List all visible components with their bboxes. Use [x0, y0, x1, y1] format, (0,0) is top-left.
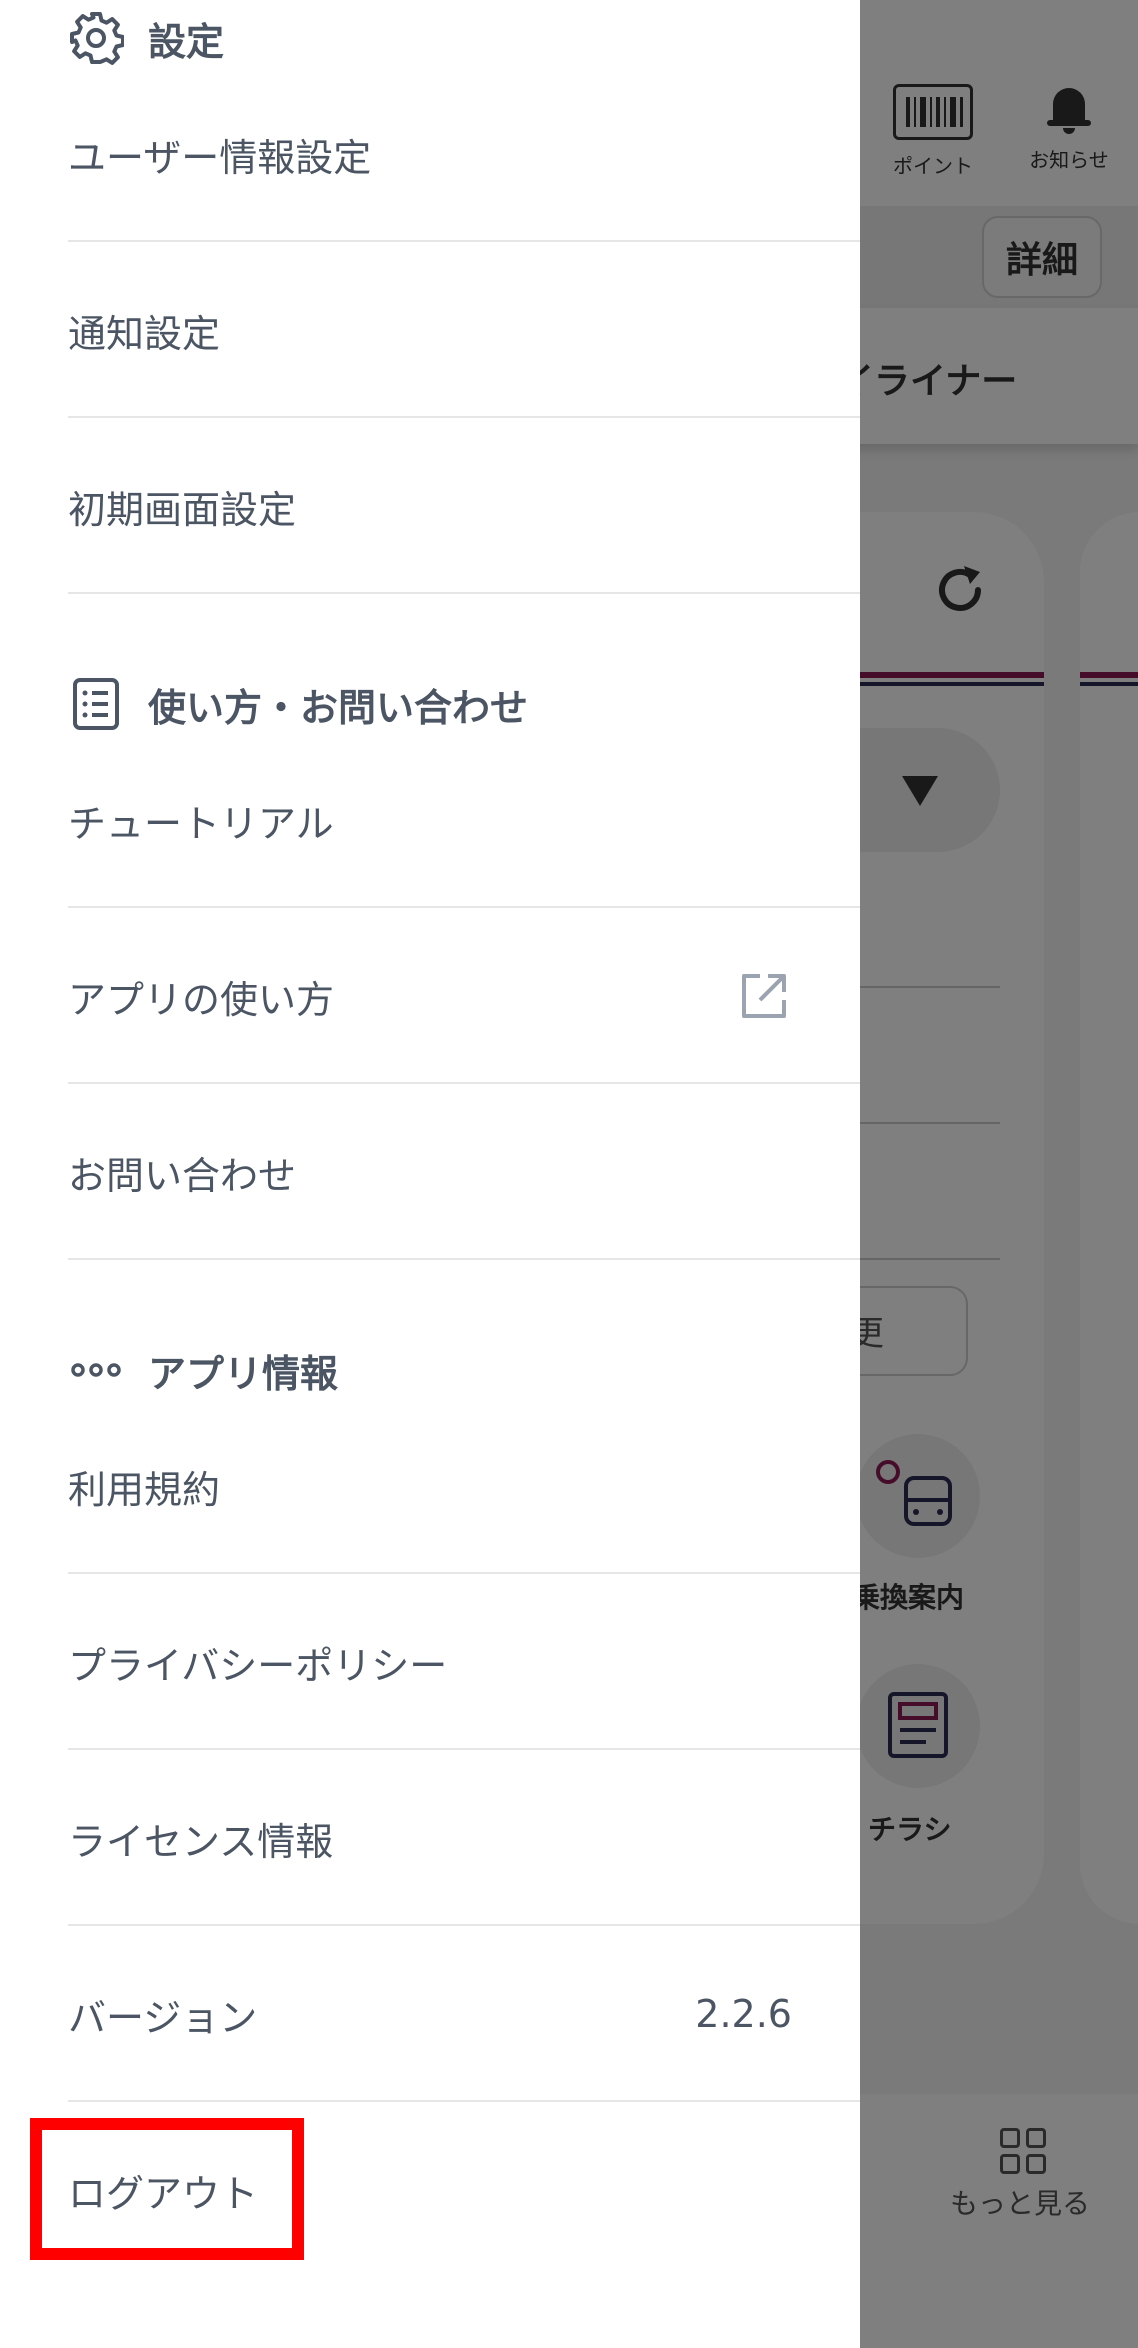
side-drawer: 設定 ユーザー情報設定 通知設定 初期画面設定 使い方・お問い合わせ チュートリ…: [0, 0, 860, 2348]
section-header-app-info: アプリ情報: [68, 1340, 338, 1400]
menu-label: バージョン: [68, 1995, 258, 2040]
gear-icon: [68, 10, 124, 66]
menu-label: チュートリアル: [68, 801, 334, 846]
divider: [68, 592, 860, 594]
menu-version: バージョン 2.2.6: [68, 1926, 860, 2102]
menu-label: 初期画面設定: [68, 487, 297, 532]
menu-label: プライバシーポリシー: [68, 1643, 448, 1688]
menu-privacy-policy[interactable]: プライバシーポリシー: [68, 1574, 860, 1750]
menu-how-to-use-app[interactable]: アプリの使い方: [68, 908, 860, 1084]
section-title-help: 使い方・お問い合わせ: [148, 685, 529, 730]
version-value: 2.2.6: [695, 1992, 792, 2036]
menu-contact[interactable]: お問い合わせ: [68, 1084, 860, 1260]
menu-label: お問い合わせ: [68, 1153, 297, 1198]
menu-initial-screen-settings[interactable]: 初期画面設定: [68, 418, 860, 594]
menu-label: ライセンス情報: [68, 1819, 334, 1864]
section-header-help: 使い方・お問い合わせ: [68, 674, 528, 734]
menu-license-info[interactable]: ライセンス情報: [68, 1750, 860, 1926]
menu-terms-of-use[interactable]: 利用規約: [68, 1436, 860, 1536]
menu-user-info-settings[interactable]: ユーザー情報設定: [68, 104, 860, 204]
menu-label: 通知設定: [68, 311, 221, 356]
divider: [68, 1258, 860, 1260]
menu-tutorial[interactable]: チュートリアル: [68, 770, 860, 870]
logout-highlight-box: [30, 2118, 304, 2260]
section-title-app-info: アプリ情報: [148, 1351, 339, 1396]
more-dots-icon: [68, 1342, 124, 1398]
menu-label: 利用規約: [68, 1467, 221, 1512]
document-list-icon: [68, 676, 124, 732]
section-header-settings: 設定: [68, 8, 224, 68]
menu-label: ユーザー情報設定: [68, 135, 372, 180]
section-title-settings: 設定: [148, 19, 225, 64]
external-link-icon: [742, 974, 786, 1018]
menu-label: アプリの使い方: [68, 977, 335, 1022]
menu-notification-settings[interactable]: 通知設定: [68, 242, 860, 418]
